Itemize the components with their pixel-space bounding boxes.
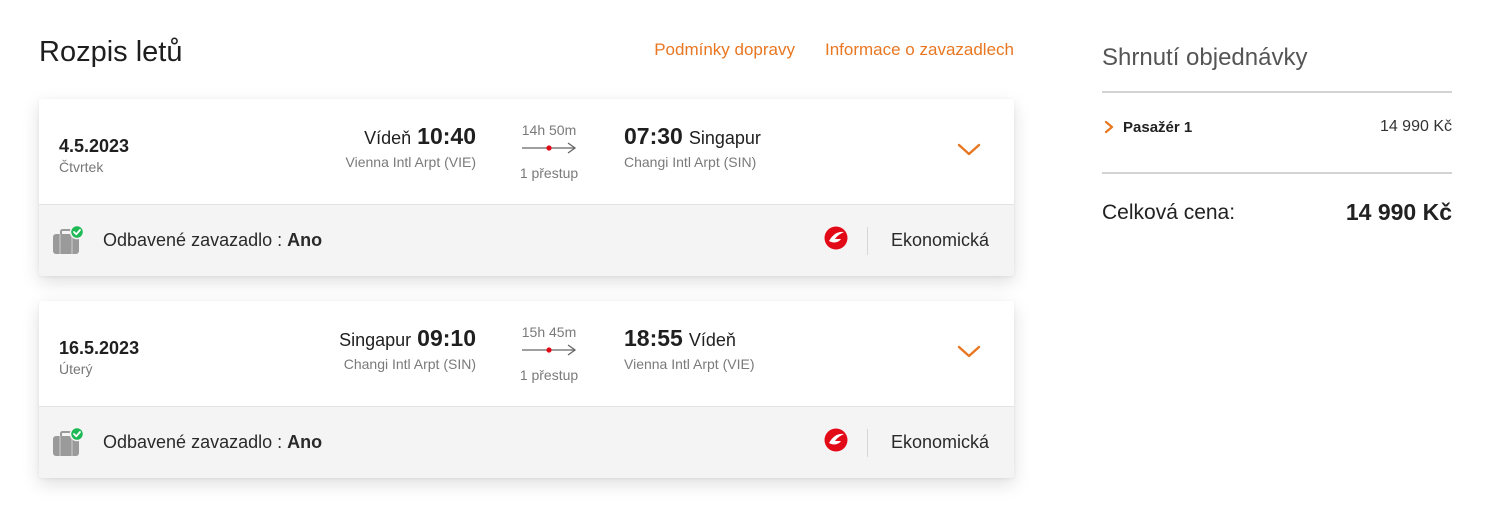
divider: [1102, 91, 1452, 93]
turkish-airlines-logo: [824, 428, 848, 452]
passenger-price: 14 990 Kč: [1379, 118, 1452, 135]
flight-weekday: Úterý: [59, 361, 93, 377]
summary-title: Shrnutí objednávky: [1102, 44, 1308, 71]
baggage-info: Odbavené zavazadlo : Ano: [103, 230, 322, 251]
baggage-label: Odbavené zavazadlo :: [103, 230, 288, 250]
baggage-label: Odbavené zavazadlo :: [103, 432, 288, 452]
total-price: 14 990 Kč: [1345, 199, 1452, 225]
passenger-label: Pasažér 1: [1123, 119, 1193, 136]
total-label: Celková cena:: [1102, 201, 1236, 224]
arrival-info: 07:30 Singapur Changi Intl Arpt (SIN): [624, 123, 761, 170]
cabin-class: Ekonomická: [890, 230, 989, 250]
flight-card-return: 16.5.2023 Úterý Singapur 09:10 Changi In…: [39, 301, 1014, 478]
departure-city: Vídeň: [364, 128, 412, 148]
page-title: Rozpis letů: [39, 36, 183, 68]
arrival-info: 18:55 Vídeň Vienna Intl Arpt (VIE): [624, 325, 754, 372]
top-links: Podmínky dopravy Informace o zavazadlech: [654, 40, 1014, 60]
flight-duration: 14h 50m: [521, 122, 577, 138]
flight-stops: 1 přestup: [519, 165, 579, 181]
suitcase-check-icon: [53, 225, 84, 254]
flight-card-outbound: 4.5.2023 Čtvrtek Vídeň 10:40 Vienna Intl…: [39, 99, 1014, 276]
arrival-airport: Changi Intl Arpt (SIN): [624, 154, 757, 170]
baggage-info-link[interactable]: Informace o zavazadlech: [825, 40, 1014, 60]
flight-details-row: Odbavené zavazadlo : Ano Ekonomická: [39, 205, 1014, 276]
route-info: 15h 45m 1 přestup: [509, 324, 589, 383]
arrival-city: Singapur: [688, 128, 761, 148]
departure-time: 10:40: [417, 123, 476, 149]
arrival-time: 07:30: [624, 123, 683, 149]
route-arrow-icon: [522, 142, 577, 154]
route-info: 14h 50m 1 přestup: [509, 122, 589, 181]
flight-date: 4.5.2023: [59, 136, 130, 156]
departure-airport: Vienna Intl Arpt (VIE): [345, 154, 476, 170]
chevron-right-icon: [1104, 120, 1114, 134]
flight-duration: 15h 45m: [521, 324, 577, 340]
arrival-time: 18:55: [624, 325, 683, 351]
flight-stops: 1 přestup: [519, 367, 579, 383]
departure-info: Vídeň 10:40 Vienna Intl Arpt (VIE): [346, 123, 476, 170]
baggage-info: Odbavené zavazadlo : Ano: [103, 432, 322, 453]
baggage-value: Ano: [287, 230, 323, 250]
arrival-city: Vídeň: [688, 330, 736, 350]
passenger-row[interactable]: Pasažér 1 14 990 Kč: [1102, 117, 1452, 141]
departure-info: Singapur 09:10 Changi Intl Arpt (SIN): [339, 325, 476, 372]
turkish-airlines-logo: [824, 226, 848, 250]
departure-city: Singapur: [339, 330, 412, 350]
route-arrow-icon: [522, 344, 577, 356]
flight-summary-row[interactable]: 16.5.2023 Úterý Singapur 09:10 Changi In…: [39, 301, 1014, 407]
baggage-value: Ano: [287, 432, 323, 452]
departure-time: 09:10: [417, 325, 476, 351]
arrival-airport: Vienna Intl Arpt (VIE): [624, 356, 755, 372]
transport-conditions-link[interactable]: Podmínky dopravy: [654, 40, 795, 60]
divider: [867, 227, 868, 255]
suitcase-check-icon: [53, 427, 84, 456]
cabin-class: Ekonomická: [890, 432, 989, 452]
divider: [1102, 172, 1452, 174]
chevron-down-icon[interactable]: [956, 139, 982, 159]
chevron-down-icon[interactable]: [956, 341, 982, 361]
flight-date: 16.5.2023: [59, 338, 140, 358]
departure-airport: Changi Intl Arpt (SIN): [343, 356, 476, 372]
flight-summary-row[interactable]: 4.5.2023 Čtvrtek Vídeň 10:40 Vienna Intl…: [39, 99, 1014, 205]
divider: [867, 429, 868, 457]
flight-details-row: Odbavené zavazadlo : Ano Ekonomická: [39, 407, 1014, 478]
page: Rozpis letů Podmínky dopravy Informace o…: [0, 0, 1497, 511]
flight-weekday: Čtvrtek: [59, 159, 104, 175]
